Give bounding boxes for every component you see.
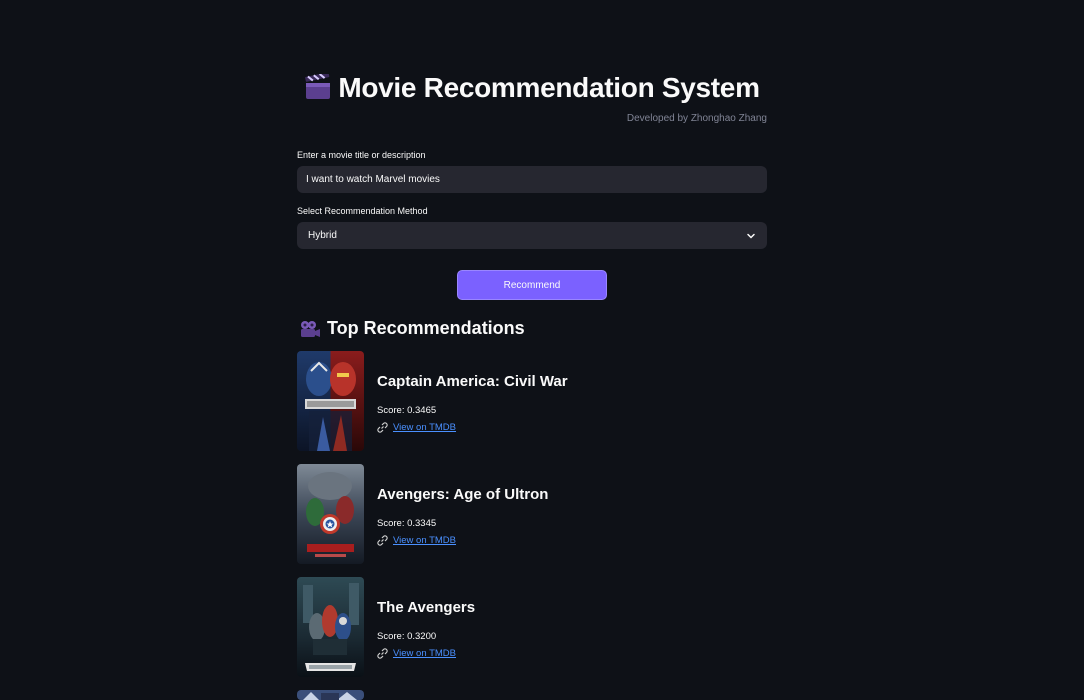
tmdb-link[interactable]: View on TMDB	[393, 648, 456, 659]
movie-score: Score: 0.3200	[377, 631, 437, 642]
clapperboard-icon	[305, 74, 331, 99]
tmdb-link-row: View on TMDB	[377, 535, 456, 546]
movie-poster	[297, 464, 364, 564]
movie-score: Score: 0.3465	[377, 405, 437, 416]
query-label: Enter a movie title or description	[297, 150, 426, 160]
movie-poster	[297, 351, 364, 451]
query-input[interactable]	[297, 166, 767, 193]
movie-item: Captain America: Civil War Score: 0.3465…	[297, 351, 767, 451]
chevron-down-icon	[747, 233, 755, 239]
method-label: Select Recommendation Method	[297, 206, 428, 216]
recommendations-heading-text: Top Recommendations	[327, 318, 525, 338]
recommendations-heading: Top Recommendations	[299, 318, 525, 339]
app-root: Movie Recommendation System Developed by…	[0, 0, 1084, 700]
movie-item: The Avengers Score: 0.3200 View on TMDB	[297, 577, 767, 677]
movie-camera-icon	[301, 320, 320, 337]
method-select[interactable]: Hybrid	[297, 222, 767, 249]
tmdb-link-row: View on TMDB	[377, 422, 456, 433]
page-title: Movie Recommendation System	[338, 72, 760, 103]
method-selected-value: Hybrid	[308, 230, 337, 241]
movie-title: Captain America: Civil War	[377, 373, 568, 390]
page-header: Movie Recommendation System	[297, 72, 767, 104]
movie-title: Avengers: Age of Ultron	[377, 486, 549, 503]
movie-poster	[297, 690, 364, 700]
link-icon	[377, 535, 388, 546]
movie-poster	[297, 577, 364, 677]
tmdb-link-row: View on TMDB	[377, 648, 456, 659]
movie-item	[297, 690, 767, 700]
link-icon	[377, 648, 388, 659]
link-icon	[377, 422, 388, 433]
movie-title: The Avengers	[377, 599, 476, 616]
recommend-button[interactable]: Recommend	[457, 270, 607, 300]
movie-item: Avengers: Age of Ultron Score: 0.3345 Vi…	[297, 464, 767, 564]
page-subtitle: Developed by Zhonghao Zhang	[626, 113, 767, 124]
tmdb-link[interactable]: View on TMDB	[393, 422, 456, 433]
tmdb-link[interactable]: View on TMDB	[393, 535, 456, 546]
movie-score: Score: 0.3345	[377, 518, 437, 529]
